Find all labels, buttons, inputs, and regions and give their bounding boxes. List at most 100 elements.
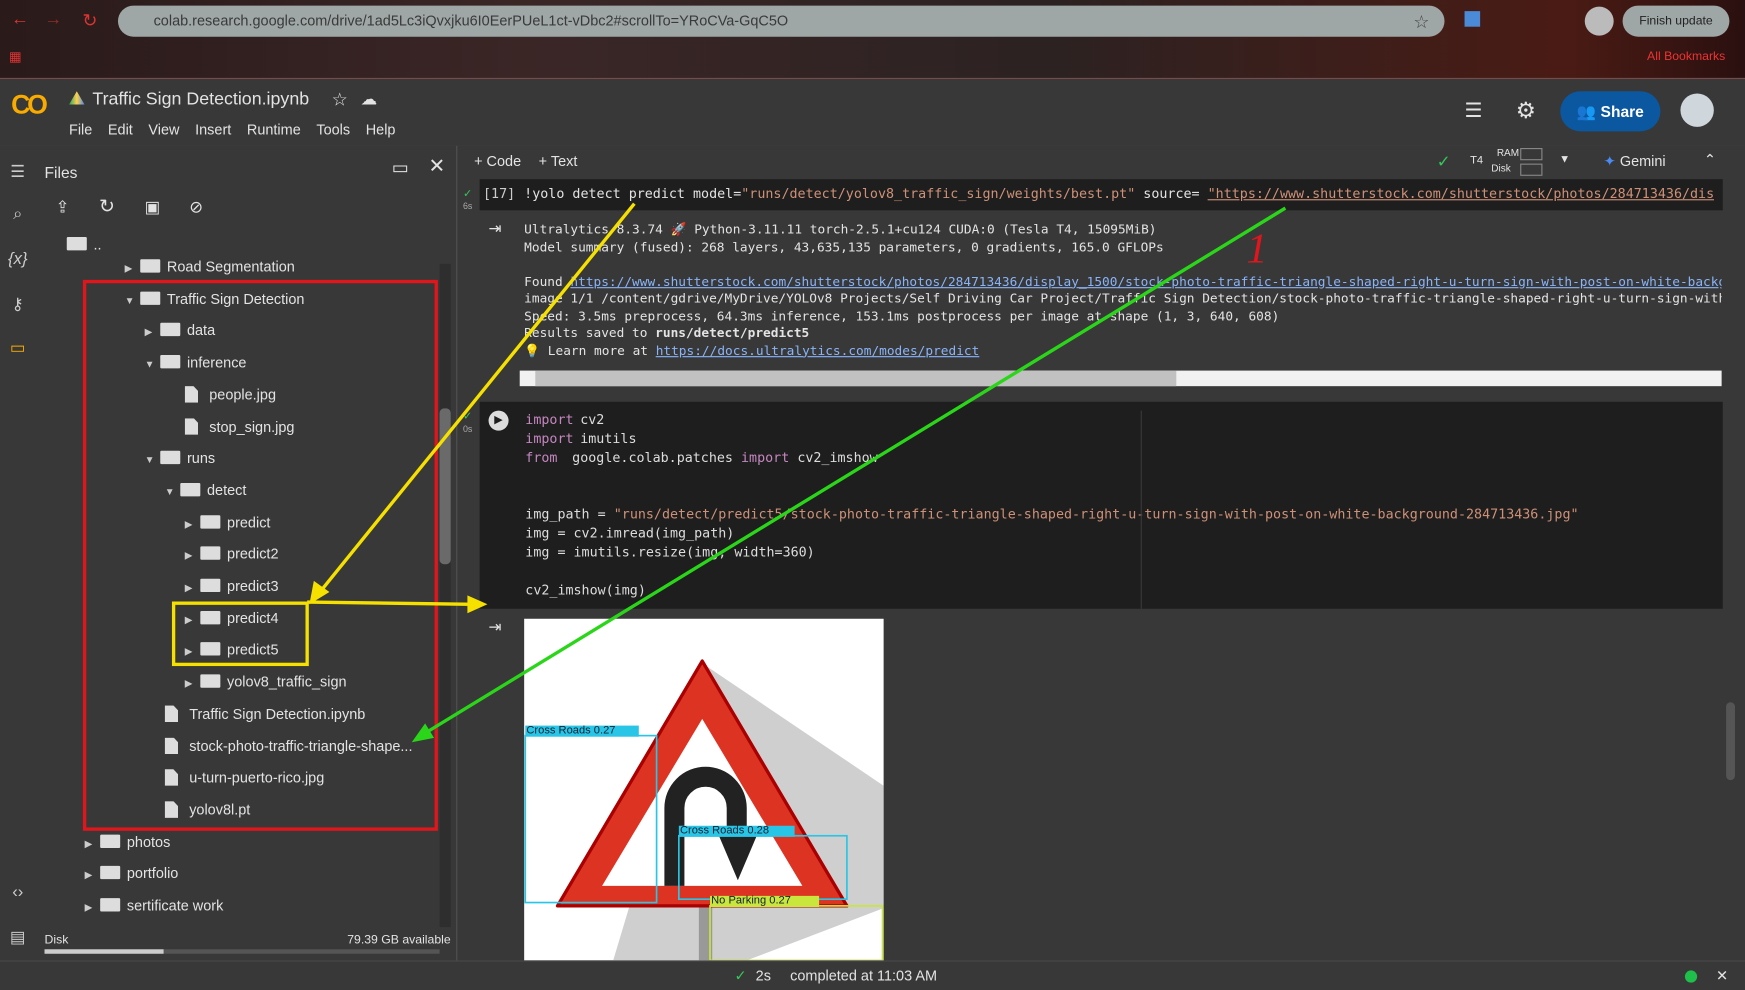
bookmark-star-icon[interactable]: ☆	[1413, 11, 1429, 33]
menu-help[interactable]: Help	[366, 121, 396, 138]
share-button[interactable]: 👥 Share	[1560, 91, 1661, 132]
refresh-icon[interactable]: ↻	[99, 196, 115, 218]
run-cell-button[interactable]: ▶	[488, 410, 509, 431]
folder-icon	[100, 834, 121, 848]
status-close-icon[interactable]: ✕	[1716, 962, 1728, 990]
add-code-button[interactable]: + Code	[474, 152, 521, 169]
colab-header: CO Traffic Sign Detection.ipynb ☆ ☁ File…	[0, 79, 1745, 147]
search-icon[interactable]: ⌕	[7, 205, 29, 224]
folder-item[interactable]: ▼ detect	[165, 476, 247, 505]
menu-file[interactable]: File	[69, 121, 92, 138]
notebook-title[interactable]: Traffic Sign Detection.ipynb	[92, 90, 309, 110]
cell1-editor[interactable]: [17] !yolo detect predict model="runs/de…	[479, 179, 1723, 211]
chevron-right-icon[interactable]: ▶	[185, 605, 201, 634]
add-text-button[interactable]: + Text	[539, 152, 578, 169]
found-url-link[interactable]: https://www.shutterstock.com/shutterstoc…	[570, 273, 1721, 289]
upload-icon[interactable]: ⇪	[56, 197, 70, 217]
menu-view[interactable]: View	[148, 121, 179, 138]
item-label: predict4	[227, 609, 279, 627]
chevron-right-icon[interactable]: ▶	[125, 254, 141, 283]
file-item[interactable]: Traffic Sign Detection.ipynb	[164, 700, 366, 729]
collapse-icon[interactable]: ⌃	[1704, 151, 1716, 169]
reload-icon[interactable]: ↻	[82, 10, 97, 32]
back-icon[interactable]: ←	[11, 10, 29, 30]
file-item[interactable]: people.jpg	[184, 380, 276, 409]
menu-insert[interactable]: Insert	[195, 121, 231, 138]
hide-files-icon[interactable]: ⊘	[189, 197, 203, 217]
table-of-contents-icon[interactable]: ☰	[7, 161, 29, 181]
folder-item[interactable]: ▶ data	[145, 316, 215, 345]
profile-avatar[interactable]	[1584, 6, 1614, 36]
item-label: Traffic Sign Detection.ipynb	[189, 705, 366, 723]
chevron-down-icon[interactable]: ▼	[145, 350, 161, 379]
extension-icon[interactable]	[1464, 11, 1481, 27]
output-horizontal-scrollbar[interactable]	[519, 370, 1722, 387]
file-icon	[184, 385, 199, 403]
chevron-right-icon[interactable]: ▶	[185, 669, 201, 698]
runtime-dropdown-icon[interactable]: ▼	[1559, 154, 1570, 166]
file-item[interactable]: yolov8l.pt	[164, 796, 250, 825]
files-folder-icon[interactable]: ▭	[7, 337, 29, 357]
notebook-area: + Code + Text ✓ T4 RAM Disk ▼ ✦ Gemini ⌃…	[457, 145, 1745, 961]
item-label: predict5	[227, 641, 279, 659]
cell2-editor[interactable]: ▶ import cv2 import imutils from google.cola…	[479, 401, 1723, 609]
chevron-right-icon[interactable]: ▶	[185, 573, 201, 602]
comments-icon[interactable]: ☰	[1465, 99, 1483, 122]
user-avatar[interactable]	[1680, 93, 1714, 127]
folder-item[interactable]: ▶ predict5	[185, 636, 279, 665]
folder-item[interactable]: ▶ yolov8_traffic_sign	[185, 668, 347, 697]
folder-item[interactable]: ▶ photos	[85, 828, 171, 857]
chevron-right-icon[interactable]: ▶	[85, 829, 101, 858]
folder-item[interactable]: ▶ predict2	[185, 540, 279, 569]
star-icon[interactable]: ☆	[332, 89, 348, 111]
folder-item[interactable]: ▼ runs	[145, 444, 215, 473]
terminal-icon[interactable]: ▤	[7, 927, 29, 947]
cloud-icon[interactable]: ☁	[361, 89, 378, 109]
file-item[interactable]: stop_sign.jpg	[184, 412, 294, 441]
file-item[interactable]: u-turn-puerto-rico.jpg	[164, 764, 324, 793]
chevron-right-icon[interactable]: ▶	[185, 637, 201, 666]
learn-more-link[interactable]: https://docs.ultralytics.com/modes/predi…	[656, 342, 980, 358]
chevron-right-icon[interactable]: ▶	[185, 509, 201, 538]
address-bar[interactable]: colab.research.google.com/drive/1ad5Lc3i…	[117, 5, 1445, 37]
chevron-down-icon[interactable]: ▼	[145, 445, 161, 474]
runtime-type[interactable]: T4	[1470, 155, 1483, 167]
file-item[interactable]: stock-photo-traffic-triangle-shape...	[164, 732, 412, 761]
code-snippets-icon[interactable]: ‹›	[7, 883, 29, 902]
folder-item[interactable]: ▼ Traffic Sign Detection	[125, 285, 305, 314]
menu-runtime[interactable]: Runtime	[247, 121, 301, 138]
menu-edit[interactable]: Edit	[108, 121, 133, 138]
output-toggle-icon[interactable]: ⇥	[489, 618, 502, 637]
scrollbar-thumb[interactable]	[439, 408, 451, 565]
folder-item[interactable]: ▼ inference	[145, 348, 247, 377]
gemini-button[interactable]: ✦ Gemini	[1604, 152, 1666, 170]
variables-icon[interactable]: {x}	[7, 249, 29, 268]
folder-item[interactable]: ▶ portfolio	[85, 859, 179, 888]
notebook-scrollbar[interactable]	[1726, 702, 1735, 781]
chevron-right-icon[interactable]: ▶	[145, 318, 161, 347]
folder-item[interactable]: ▶ predict3	[185, 572, 279, 601]
chevron-down-icon[interactable]: ▼	[165, 477, 181, 506]
chevron-right-icon[interactable]: ▶	[185, 541, 201, 570]
folder-item[interactable]: ▶ predict4	[185, 604, 279, 633]
mount-drive-icon[interactable]: ▣	[145, 197, 161, 217]
all-bookmarks[interactable]: All Bookmarks	[1647, 50, 1725, 63]
open-in-tab-icon[interactable]: ▭	[392, 157, 409, 179]
apps-icon[interactable]: ▦	[9, 49, 22, 65]
files-scrollbar[interactable]	[439, 263, 451, 928]
scrollbar-thumb[interactable]	[535, 370, 1177, 387]
folder-item[interactable]: ▶ Road Segmentation	[125, 253, 295, 282]
settings-gear-icon[interactable]: ⚙	[1516, 97, 1536, 125]
chevron-right-icon[interactable]: ▶	[85, 861, 101, 890]
folder-item[interactable]: ▶ predict	[185, 508, 271, 537]
output-toggle-icon[interactable]: ⇥	[489, 219, 502, 238]
secrets-key-icon[interactable]: ⚷	[7, 294, 29, 314]
menu-tools[interactable]: Tools	[316, 121, 350, 138]
forward-icon[interactable]: →	[45, 10, 63, 30]
chevron-right-icon[interactable]: ▶	[85, 893, 101, 922]
chevron-down-icon[interactable]: ▼	[125, 286, 141, 315]
folder-item[interactable]: ▶ sertificate work	[85, 891, 224, 920]
parent-dir[interactable]: ..	[66, 230, 102, 259]
close-icon[interactable]: ✕	[428, 155, 445, 178]
finish-update-button[interactable]: Finish update	[1622, 5, 1730, 37]
